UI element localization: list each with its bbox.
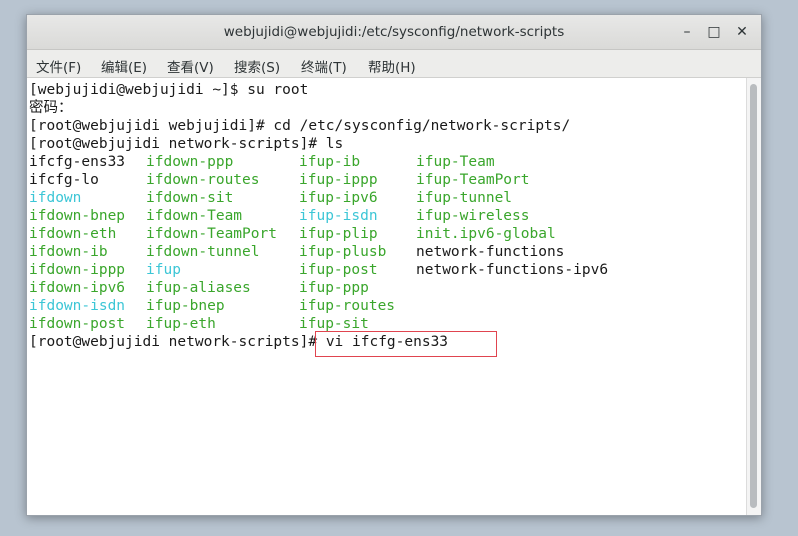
- terminal-line: [webjujidi@webjujidi ~]$ su root: [29, 82, 309, 98]
- ls-entry: ifup-Team: [416, 154, 495, 170]
- terminal-window: webjujidi@webjujidi:/etc/sysconfig/netwo…: [26, 14, 762, 516]
- terminal-line: [root@webjujidi webjujidi]# cd /etc/sysc…: [29, 118, 571, 134]
- menu-help[interactable]: 帮助(H): [368, 56, 416, 76]
- ls-entry: ifdown-eth: [29, 226, 117, 242]
- menu-bar: 文件(F) 编辑(E) 查看(V) 搜索(S) 终端(T) 帮助(H): [27, 50, 761, 78]
- ls-entry: ifdown-post: [29, 316, 126, 332]
- ls-entry: ifup-plusb: [299, 244, 387, 260]
- ls-entry: network-functions: [416, 244, 565, 260]
- ls-entry: ifup-wireless: [416, 208, 530, 224]
- ls-entry: ifup-plip: [299, 226, 378, 242]
- prompt: [root@webjujidi network-scripts]: [29, 334, 309, 350]
- ls-entry: ifup-post: [299, 262, 378, 278]
- ls-entry: ifdown-ippp: [29, 262, 126, 278]
- ls-entry: ifdown-ib: [29, 244, 108, 260]
- terminal-line: 密码：: [29, 100, 73, 116]
- close-button[interactable]: ✕: [732, 22, 752, 42]
- window-title: webjujidi@webjujidi:/etc/sysconfig/netwo…: [223, 24, 565, 40]
- minimize-button[interactable]: –: [677, 22, 697, 42]
- ls-entry: ifdown-TeamPort: [146, 226, 277, 242]
- terminal-output[interactable]: [webjujidi@webjujidi ~]$ su root 密码： [ro…: [27, 78, 747, 515]
- ls-entry: ifup-ipv6: [299, 190, 378, 206]
- terminal-line: [root@webjujidi network-scripts]# ls: [29, 136, 344, 152]
- ls-entry: ifup-bnep: [146, 298, 225, 314]
- ls-entry: ifup-ppp: [299, 280, 369, 296]
- ls-entry: ifcfg-lo: [29, 172, 99, 188]
- ls-entry: ifdown-Team: [146, 208, 243, 224]
- menu-view[interactable]: 查看(V): [167, 56, 214, 76]
- ls-entry: ifdown-sit: [146, 190, 234, 206]
- ls-entry: ifup-ippp: [299, 172, 378, 188]
- ls-entry: ifup: [146, 262, 181, 278]
- ls-entry: ifup-TeamPort: [416, 172, 530, 188]
- ls-entry: init.ipv6-global: [416, 226, 556, 242]
- ls-entry: ifup-tunnel: [416, 190, 513, 206]
- ls-entry: network-functions-ipv6: [416, 262, 609, 278]
- ls-entry: ifcfg-ens33: [29, 154, 126, 170]
- scrollbar[interactable]: [746, 78, 761, 515]
- ls-entry: ifup-aliases: [146, 280, 251, 296]
- menu-search[interactable]: 搜索(S): [234, 56, 280, 76]
- scrollbar-thumb[interactable]: [750, 84, 757, 508]
- ls-entry: ifdown: [29, 190, 82, 206]
- menu-file[interactable]: 文件(F): [36, 56, 81, 76]
- ls-entry: ifdown-routes: [146, 172, 260, 188]
- maximize-button[interactable]: □: [704, 22, 724, 42]
- command-highlight-box: [315, 331, 497, 357]
- ls-entry: ifdown-isdn: [29, 298, 126, 314]
- ls-entry: ifup-routes: [299, 298, 396, 314]
- menu-edit[interactable]: 编辑(E): [101, 56, 147, 76]
- ls-entry: ifup-ib: [299, 154, 361, 170]
- ls-entry: ifup-isdn: [299, 208, 378, 224]
- ls-entry: ifdown-ppp: [146, 154, 234, 170]
- ls-entry: ifdown-tunnel: [146, 244, 260, 260]
- ls-entry: ifdown-ipv6: [29, 280, 126, 296]
- ls-entry: ifdown-bnep: [29, 208, 126, 224]
- title-bar[interactable]: webjujidi@webjujidi:/etc/sysconfig/netwo…: [27, 15, 761, 50]
- menu-terminal[interactable]: 终端(T): [301, 56, 347, 76]
- ls-entry: ifup-eth: [146, 316, 216, 332]
